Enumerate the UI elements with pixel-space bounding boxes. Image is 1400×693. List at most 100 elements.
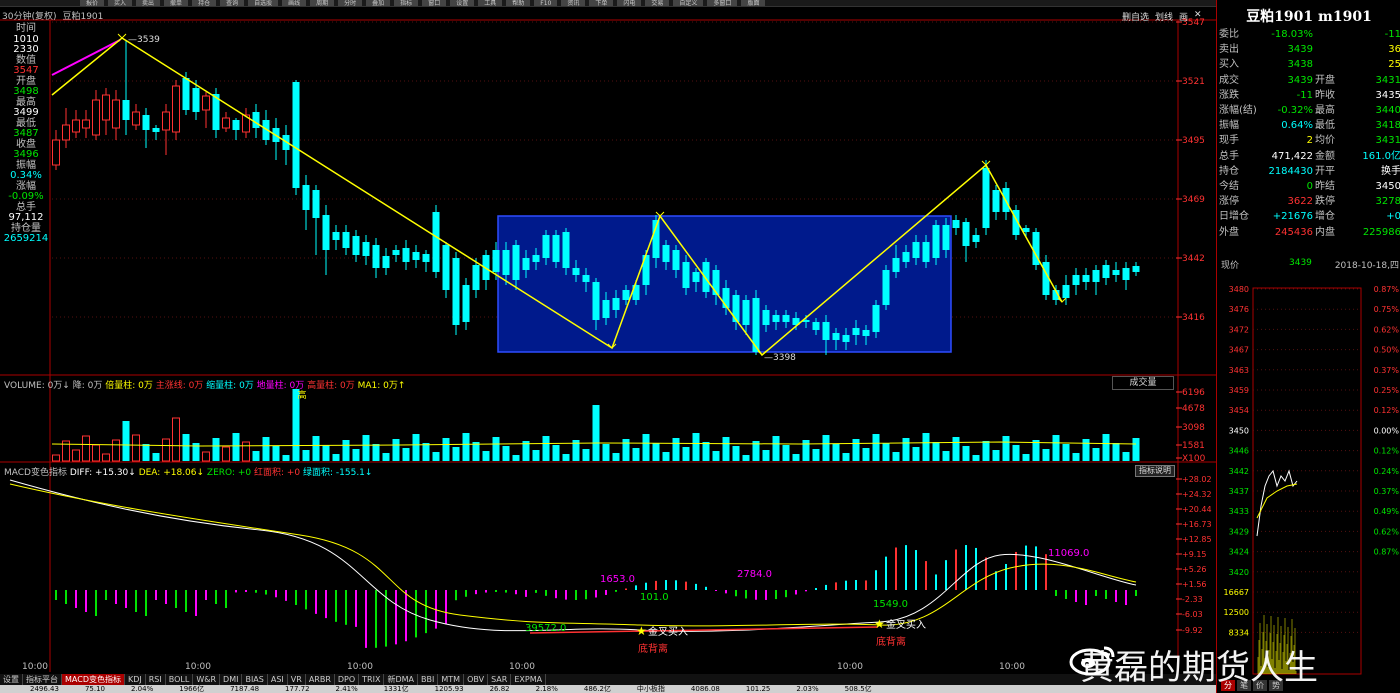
macd-histogram-bar — [245, 590, 247, 593]
mini-left-tick: 3463 — [1229, 366, 1249, 375]
period-label[interactable]: 30分钟(复权) — [2, 12, 56, 22]
indicator-tab[interactable]: 指标平台 — [23, 674, 62, 685]
macd-histogram-bar — [405, 590, 407, 642]
mini-right-tick: 0.50% — [1374, 346, 1400, 355]
macd-histogram-bar — [445, 590, 447, 625]
macd-histogram-bar — [825, 584, 827, 590]
indicator-tab[interactable]: DMI — [220, 674, 243, 685]
volume-bar — [162, 438, 170, 462]
candle-body — [962, 222, 970, 246]
volume-bar — [182, 434, 190, 461]
status-value: 1966亿 — [179, 685, 205, 693]
volume-bar — [652, 443, 660, 461]
indicator-tab[interactable]: MACD变色指标 — [62, 674, 125, 685]
macd-histogram-bar — [1025, 545, 1027, 590]
status-value: 2.03% — [796, 685, 819, 693]
indicator-tab[interactable]: BOLL — [166, 674, 194, 685]
status-value: 2.41% — [335, 685, 358, 693]
signal-label: 金叉买入 — [886, 618, 926, 631]
volume-bar — [562, 454, 570, 461]
mini-left-tick: 3454 — [1229, 406, 1249, 415]
macd-dea-line — [9, 483, 1137, 627]
watermark-text: 黄磊的期货人生 — [1080, 648, 1318, 688]
time-axis-label: 10:00 — [837, 662, 863, 672]
macd-histogram-bar — [1125, 590, 1127, 605]
info-value: 97,112 — [8, 212, 44, 223]
volume-bar — [822, 435, 830, 461]
mini-right-tick: 0.87% — [1374, 548, 1400, 557]
quote-label: 最高 — [1315, 105, 1335, 116]
quote-label: 日增仓 — [1219, 211, 1249, 223]
quote-label: 持仓 — [1219, 165, 1239, 177]
indicator-tab[interactable]: BIAS — [242, 674, 268, 685]
macd-histogram-bar — [345, 590, 347, 625]
candle-body — [842, 335, 850, 342]
indicator-tab[interactable]: ASI — [268, 674, 288, 685]
draw-button[interactable]: 画 — [1179, 10, 1188, 23]
macd-histogram-bar — [1015, 551, 1017, 590]
quote-label: 委比 — [1219, 29, 1239, 40]
draw-line-button[interactable]: 划线 — [1155, 10, 1173, 23]
candle-body — [452, 258, 460, 325]
mini-left-tick: 8334 — [1229, 628, 1249, 637]
volume-bar — [692, 433, 700, 461]
indicator-tab[interactable]: 新DMA — [384, 674, 419, 685]
mini-right-tick: 0.00% — [1374, 426, 1400, 435]
indicator-tab[interactable]: MTM — [438, 674, 465, 685]
indicator-tab[interactable]: 设置 — [0, 674, 23, 685]
volume-bar — [942, 451, 950, 461]
candle-body — [922, 242, 930, 262]
mini-right-tick: 0.37% — [1374, 487, 1400, 496]
intraday-avg-line — [1256, 483, 1298, 519]
mini-right-tick: 0.37% — [1374, 366, 1400, 375]
indicator-tab[interactable]: DPO — [335, 674, 360, 685]
remove-favorite-button[interactable]: 删自选 — [1122, 10, 1149, 23]
volume-selector[interactable]: 成交量 — [1112, 376, 1174, 390]
indicator-tab[interactable]: BBI — [418, 674, 439, 685]
indicator-tab[interactable]: EXPMA — [511, 674, 547, 685]
candle-body — [82, 119, 90, 129]
quote-label: 卖出 — [1219, 44, 1239, 56]
volume-bar — [252, 451, 260, 461]
indicator-tab[interactable]: ARBR — [306, 674, 335, 685]
indicator-tab[interactable]: TRIX — [359, 674, 385, 685]
quote-label: 振幅 — [1219, 120, 1239, 132]
volume-bar — [922, 433, 930, 461]
macd-axis-tick-label: +9.15 — [1182, 550, 1207, 559]
macd-histogram-bar — [645, 582, 647, 590]
volume-header: VOLUME: 0万↓ 降: 0万 倍量柱: 0万 主涨线: 0万 缩量柱: 0… — [4, 378, 405, 391]
indicator-tab[interactable]: VR — [288, 674, 306, 685]
quote-row: 总手 471,422 金额 161.0亿 — [1219, 149, 1400, 164]
candle-body — [542, 235, 550, 258]
quote-row: 今结 0 昨结 3450 — [1219, 179, 1400, 194]
candle-body — [252, 112, 260, 128]
indicator-tab[interactable]: OBV — [464, 674, 489, 685]
macd-histogram-bar — [715, 590, 717, 591]
volume-bar — [102, 453, 110, 462]
volume-axis-tick-label: 1581 — [1182, 441, 1205, 451]
macd-histogram-bar — [505, 590, 507, 593]
indicator-tab[interactable]: KDJ — [125, 674, 146, 685]
candle-body — [172, 85, 180, 133]
candle-body — [782, 315, 790, 322]
mini-left-tick: 3446 — [1229, 447, 1249, 456]
candle-body — [162, 111, 170, 131]
volume-bar — [142, 444, 150, 461]
candle-body — [882, 270, 890, 305]
macd-histogram-bar — [935, 574, 937, 590]
indicator-tab[interactable]: RSI — [146, 674, 166, 685]
volume-bar — [542, 436, 550, 461]
macd-histogram-bar — [95, 590, 97, 616]
volume-bar — [782, 445, 790, 461]
info-value: 0.34% — [10, 170, 42, 181]
quote-title: 豆粕1901 m1901 — [1246, 9, 1372, 25]
mini-left-tick: 3450 — [1229, 426, 1249, 435]
candle-body — [692, 272, 700, 282]
indicator-tab[interactable]: W&R — [193, 674, 221, 685]
candle-body — [582, 275, 590, 282]
indicator-tab[interactable]: SAR — [488, 674, 512, 685]
indicator-help-button[interactable]: 指标说明 — [1135, 465, 1175, 477]
volume-bar — [462, 433, 470, 461]
quote-label: 开盘 — [1315, 74, 1335, 86]
close-icon[interactable]: ✕ — [1194, 10, 1202, 23]
